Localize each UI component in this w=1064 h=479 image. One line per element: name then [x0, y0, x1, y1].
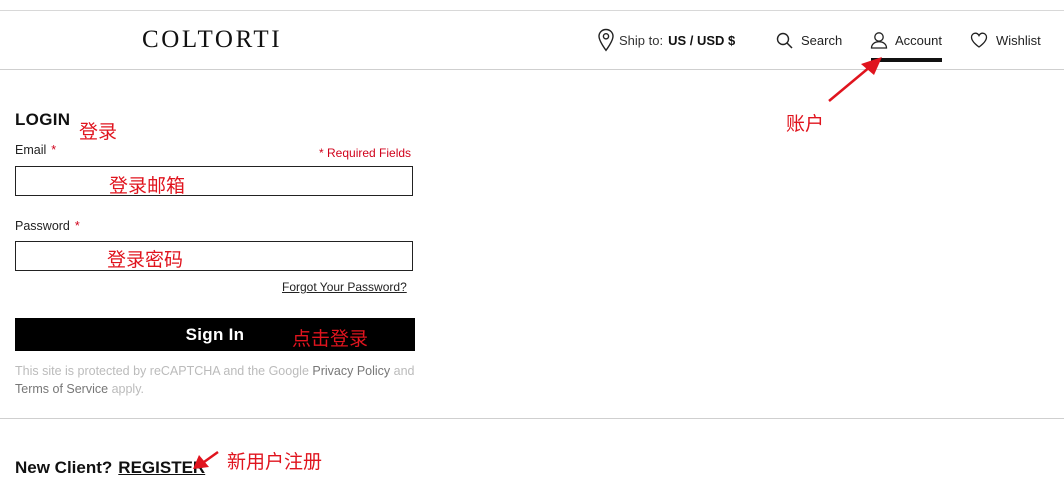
annotation-arrows	[193, 57, 882, 469]
arrow-to-account	[828, 57, 882, 102]
arrow-to-register	[193, 450, 219, 469]
